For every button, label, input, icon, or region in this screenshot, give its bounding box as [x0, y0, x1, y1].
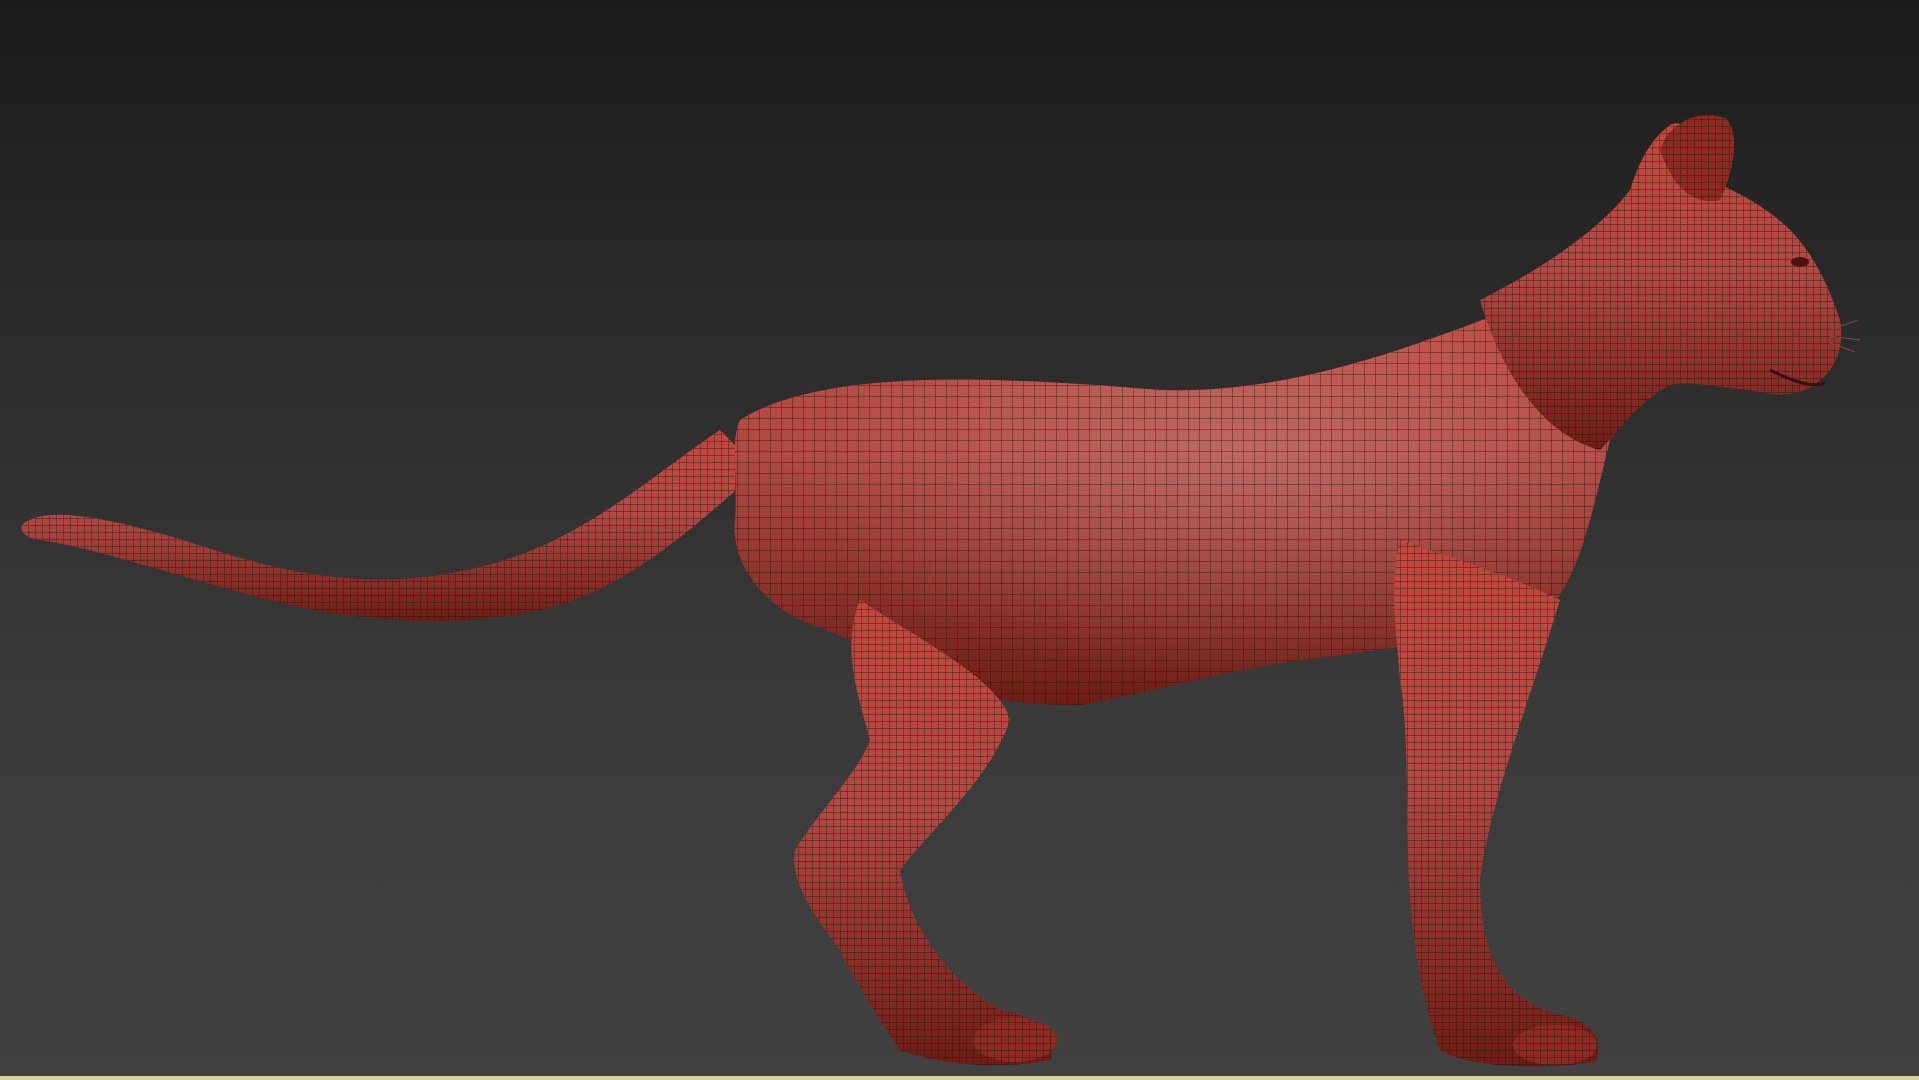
sculpt-viewport[interactable] — [0, 0, 1919, 1078]
cat-mesh-model[interactable] — [0, 0, 1919, 1078]
cat-front-leg — [1394, 540, 1599, 1067]
status-bar — [0, 1076, 1919, 1080]
cat-tail — [21, 430, 761, 622]
cat-head — [1480, 115, 1861, 450]
